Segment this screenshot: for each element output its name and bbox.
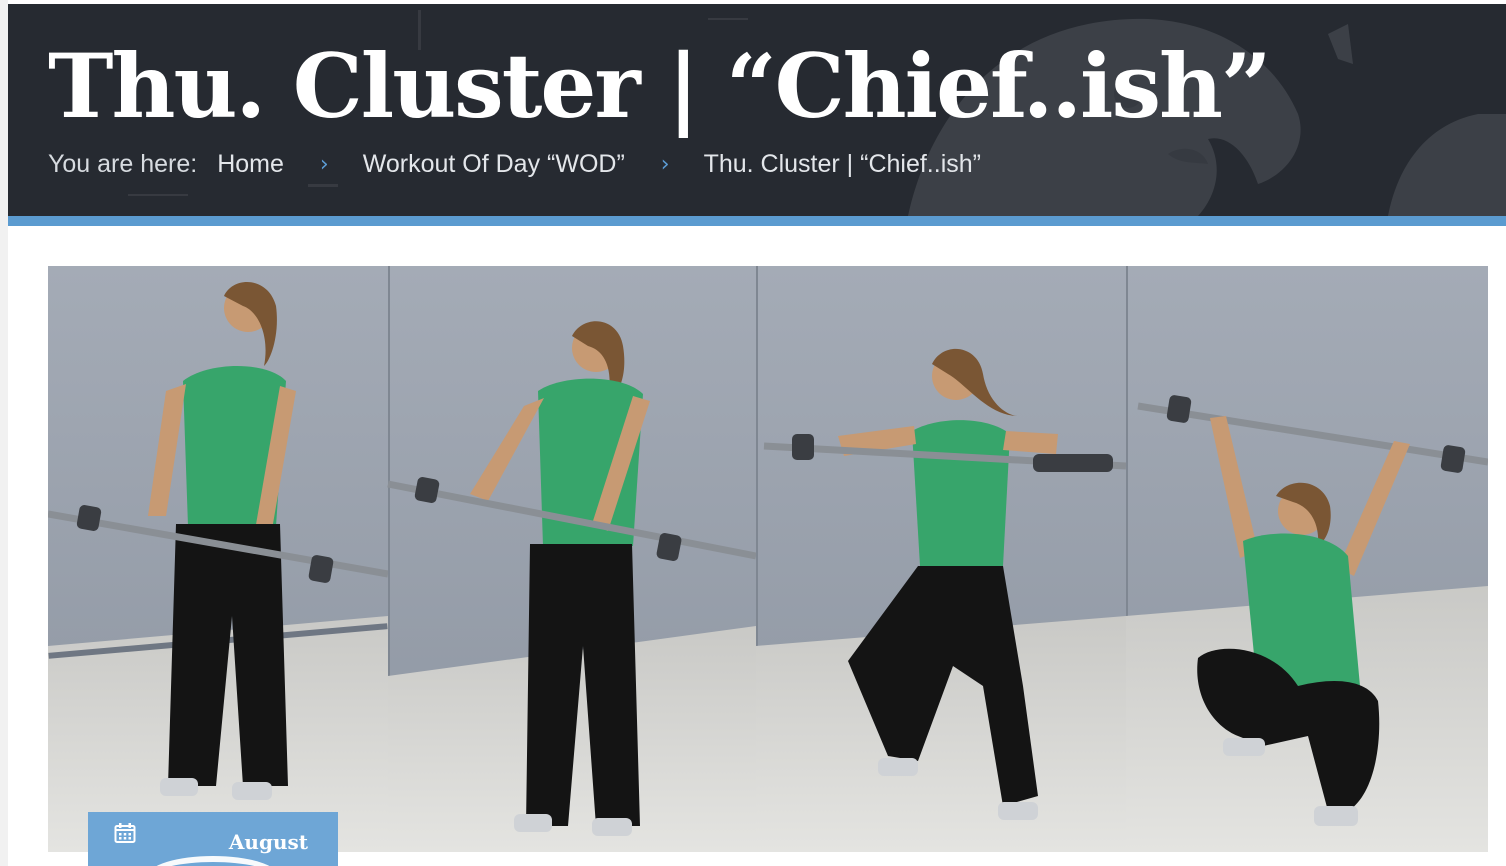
date-month: August <box>228 830 308 854</box>
photo-frame-2 <box>387 266 757 852</box>
breadcrumb-wod-link[interactable]: Workout Of Day “WOD” <box>363 150 625 179</box>
featured-photo <box>48 266 1488 852</box>
chevron-right-icon: › <box>319 152 329 177</box>
page-title: Thu. Cluster | “Chief..ish” <box>48 34 1272 138</box>
photo-frame-4 <box>1126 266 1488 852</box>
breadcrumb-current: Thu. Cluster | “Chief..ish” <box>703 150 981 178</box>
page-header: Thu. Cluster | “Chief..ish” You are here… <box>8 4 1506 216</box>
breadcrumb-prefix: You are here: <box>48 150 198 178</box>
date-day-numeral <box>148 856 278 866</box>
page: Thu. Cluster | “Chief..ish” You are here… <box>0 0 1506 866</box>
breadcrumb-home-link[interactable]: Home <box>217 150 284 179</box>
featured-image[interactable] <box>48 266 1488 852</box>
calendar-icon <box>114 823 136 843</box>
breadcrumb: You are here: Home › Workout Of Day “WOD… <box>48 150 981 179</box>
chevron-right-icon: › <box>660 152 670 177</box>
photo-frame-3 <box>756 266 1127 852</box>
left-margin <box>0 0 8 866</box>
header-accent-bar <box>8 216 1506 226</box>
date-badge: August <box>88 812 338 866</box>
photo-frame-1 <box>48 266 389 852</box>
